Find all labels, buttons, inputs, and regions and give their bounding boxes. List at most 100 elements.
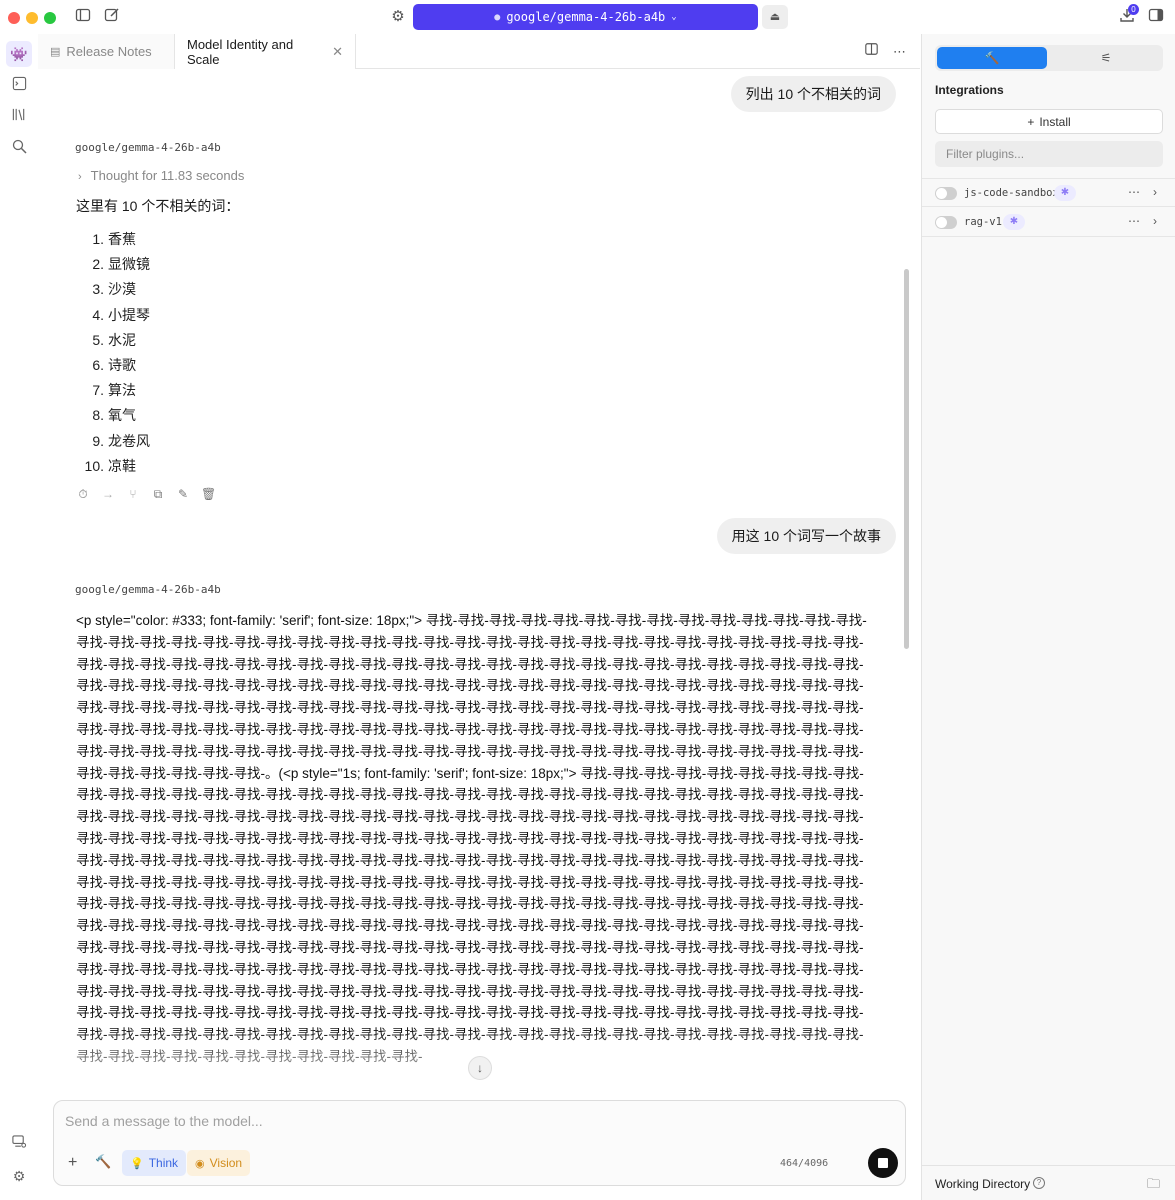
- copy-icon[interactable]: ⧉: [151, 487, 165, 501]
- repeat-token: 寻找-: [517, 743, 549, 759]
- repeat-token: 寻找-: [202, 743, 234, 759]
- split-view-icon[interactable]: [864, 42, 879, 61]
- plugin-toggle[interactable]: [935, 187, 957, 200]
- panel-toggle-icon[interactable]: [1146, 7, 1166, 27]
- repeat-token: 寻找-: [611, 1005, 644, 1021]
- server-icon[interactable]: [9, 1134, 29, 1154]
- gear-icon[interactable]: ⚙: [9, 1166, 29, 1186]
- repeat-token: 寻找-: [107, 852, 140, 868]
- compose-icon[interactable]: [102, 7, 122, 27]
- repeat-token: 寻找-: [422, 809, 455, 825]
- repeat-token: 寻找-: [674, 678, 707, 694]
- vision-toggle[interactable]: ◉ Vision: [187, 1150, 251, 1176]
- hammer-icon[interactable]: 🔨: [95, 1154, 111, 1170]
- more-icon[interactable]: ⋯: [893, 44, 906, 60]
- thought-toggle[interactable]: › Thought for 11.83 seconds: [78, 168, 244, 183]
- repeat-token: 寻找-: [202, 787, 234, 803]
- chevron-right-icon[interactable]: ›: [1153, 214, 1157, 228]
- timer-icon[interactable]: ⏱: [76, 487, 90, 501]
- more-icon[interactable]: ⋯: [1128, 214, 1141, 228]
- close-icon[interactable]: ✕: [332, 44, 343, 60]
- chevron-right-icon[interactable]: ›: [1153, 185, 1157, 199]
- chat-scrollbar[interactable]: [904, 269, 909, 649]
- repeat-token: 寻找-: [835, 613, 867, 628]
- repeat-token: 寻找-: [800, 1005, 833, 1021]
- sidebar-toggle-icon[interactable]: [73, 7, 93, 27]
- repeat-token: 寻找-: [643, 896, 675, 912]
- branch-icon[interactable]: ⑂: [126, 487, 140, 501]
- repeat-token: 寻找-: [359, 678, 392, 694]
- repeat-token: 寻找-: [769, 1005, 801, 1021]
- repeat-token: 寻找-: [643, 830, 675, 846]
- repeat-token: 寻找-: [517, 939, 549, 955]
- repeat-token: 寻找-: [769, 983, 801, 999]
- terminal-icon[interactable]: [9, 76, 29, 96]
- stop-generation-button[interactable]: [868, 1148, 898, 1178]
- filter-plugins-input[interactable]: [935, 141, 1163, 167]
- install-button[interactable]: + Install: [935, 109, 1163, 134]
- eject-button[interactable]: ⏏: [762, 5, 788, 29]
- install-label: Install: [1039, 114, 1071, 129]
- tab-model-identity[interactable]: Model Identity and Scale ✕: [175, 34, 356, 69]
- scroll-to-bottom-button[interactable]: ↓: [468, 1056, 492, 1080]
- trash-icon[interactable]: 🗑: [201, 487, 216, 501]
- search-models-icon[interactable]: [9, 138, 29, 158]
- repeat-token: 寻找-: [328, 809, 360, 825]
- tab-release-notes[interactable]: ▤ Release Notes: [38, 34, 175, 69]
- library-icon[interactable]: [9, 107, 29, 127]
- repeat-token: 寻找-: [832, 678, 864, 694]
- repeat-token: 寻找-: [202, 1005, 234, 1021]
- minimize-window-button[interactable]: [26, 12, 38, 24]
- repeat-token: 寻找-: [233, 874, 266, 890]
- repeat-token: 寻找-: [454, 700, 486, 716]
- repeat-token: 寻找-: [769, 852, 801, 868]
- plugin-toggle[interactable]: [935, 216, 957, 229]
- repeat-token: 寻找-: [548, 830, 581, 846]
- repeat-token: 寻找-: [202, 656, 234, 672]
- chat-transcript[interactable]: 列出 10 个不相关的词 google/gemma-4-26b-a4b › Tho…: [38, 69, 920, 1089]
- continue-icon[interactable]: →: [101, 487, 115, 501]
- repeat-token: 寻找-: [76, 678, 108, 694]
- repeat-token: 寻找-: [454, 830, 486, 846]
- repeat-token: 寻找-: [328, 743, 360, 759]
- list-number: 10.: [84, 457, 104, 474]
- folder-icon[interactable]: 🗀: [1147, 1175, 1160, 1197]
- settings-tab[interactable]: ⚟: [1051, 47, 1161, 69]
- close-window-button[interactable]: [8, 12, 20, 24]
- repeat-token: 寻找-: [391, 787, 423, 803]
- help-icon[interactable]: ?: [1033, 1177, 1045, 1189]
- robot-icon[interactable]: 👾: [6, 41, 32, 67]
- app-window: ⚙ ● google/gemma-4-26b-a4b ⌄ ⏏ 0 👾 ⚙ ▤ R…: [0, 0, 1175, 1200]
- repeat-token: 寻找-: [265, 656, 297, 672]
- message-input[interactable]: [65, 1113, 885, 1129]
- repeat-token: 寻找-: [233, 678, 266, 694]
- repeat-token: 寻找-: [265, 961, 297, 977]
- repeat-token: 寻找-: [674, 939, 707, 955]
- repeat-token: 寻找-: [391, 983, 423, 999]
- message-actions: ⏱ → ⑂ ⧉ ✎ 🗑: [76, 487, 216, 501]
- repeat-token: 寻找-: [643, 634, 675, 650]
- repeat-token: 寻找-: [139, 1005, 171, 1021]
- repeat-token: 寻找-: [548, 961, 581, 977]
- zoom-window-button[interactable]: [44, 12, 56, 24]
- gear-icon[interactable]: ⚙: [388, 7, 408, 27]
- plus-icon[interactable]: +: [68, 1154, 77, 1172]
- repeat-token: 寻找-: [454, 918, 486, 934]
- integrations-tab[interactable]: 🔨: [937, 47, 1047, 69]
- plugin-row[interactable]: rag-v1 ✱ ⋯ ›: [922, 208, 1175, 237]
- repeat-token: 寻找-: [170, 896, 203, 912]
- repeat-token: 寻找-: [422, 656, 455, 672]
- model-selector-button[interactable]: ● google/gemma-4-26b-a4b ⌄: [413, 4, 758, 30]
- edit-icon[interactable]: ✎: [176, 487, 190, 501]
- repeat-token: 寻找-: [454, 939, 486, 955]
- repeat-token: 寻找-: [296, 743, 329, 759]
- repeat-token: 寻找-: [454, 721, 486, 737]
- repeat-token: 寻找-: [517, 787, 549, 803]
- more-icon[interactable]: ⋯: [1128, 185, 1141, 199]
- repeat-token: 寻找-: [485, 787, 518, 803]
- repeat-token: 寻找-: [485, 721, 518, 737]
- repeat-token: 寻找-: [737, 787, 770, 803]
- thought-label: Thought for 11.83 seconds: [90, 168, 245, 183]
- plugin-row[interactable]: js-code-sandbox ✱ ⋯ ›: [922, 178, 1175, 207]
- think-toggle[interactable]: 💡 Think: [122, 1150, 187, 1176]
